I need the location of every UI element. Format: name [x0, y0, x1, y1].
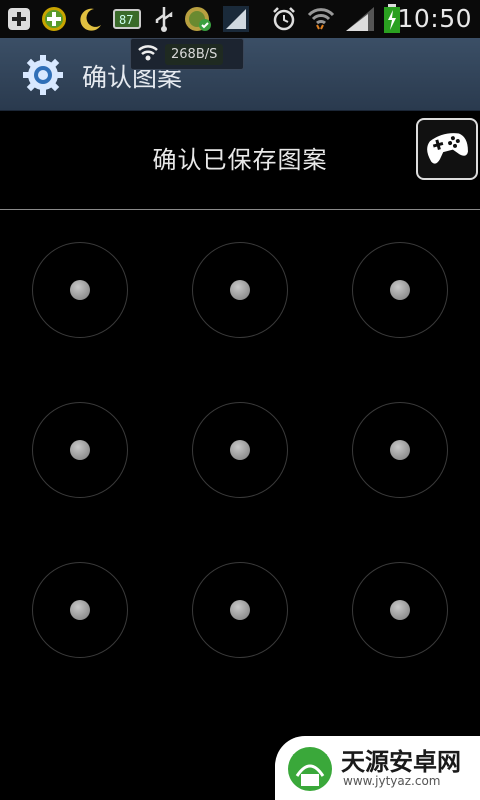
pattern-grid[interactable] — [0, 210, 480, 690]
cell-signal-icon — [344, 6, 376, 32]
pattern-dot — [230, 280, 250, 300]
pattern-dot — [70, 600, 90, 620]
watermark-brand: 天源安卓网 — [341, 748, 461, 776]
pattern-node[interactable] — [192, 402, 288, 498]
pattern-node[interactable] — [32, 562, 128, 658]
watermark-url: www.jytyaz.com — [343, 774, 441, 788]
pattern-dot — [230, 440, 250, 460]
wifi-icon — [306, 6, 336, 32]
pattern-dot — [390, 600, 410, 620]
wifi-mini-icon — [137, 42, 159, 66]
gamepad-icon — [424, 127, 470, 171]
pattern-node[interactable] — [192, 562, 288, 658]
pattern-dot — [70, 280, 90, 300]
signal-app-icon — [222, 6, 250, 32]
pattern-prompt: 确认已保存图案 — [152, 146, 328, 174]
status-bar: 87 10:50 — [0, 0, 480, 38]
network-speed-indicator: 268B/S — [130, 38, 244, 70]
network-speed-value: 268B/S — [165, 43, 224, 65]
pattern-node[interactable] — [352, 562, 448, 658]
game-mode-button[interactable] — [416, 118, 478, 180]
pattern-dot — [230, 600, 250, 620]
pattern-node[interactable] — [32, 242, 128, 338]
pattern-dot — [70, 440, 90, 460]
pattern-node[interactable] — [352, 402, 448, 498]
pattern-node[interactable] — [32, 402, 128, 498]
watermark: 天源安卓网 www.jytyaz.com — [275, 736, 480, 800]
alarm-icon — [270, 6, 298, 32]
plus-badge-icon — [40, 6, 68, 32]
add-icon — [6, 6, 32, 32]
watermark-logo — [285, 742, 335, 798]
pattern-dot — [390, 440, 410, 460]
battery-app-icon: 87 — [112, 6, 144, 32]
usb-icon — [152, 6, 176, 32]
svg-text:87: 87 — [119, 13, 133, 27]
pattern-node[interactable] — [352, 242, 448, 338]
pattern-node[interactable] — [192, 242, 288, 338]
moon-icon — [78, 6, 104, 32]
gear-icon[interactable] — [22, 54, 64, 96]
app-check-icon — [183, 6, 213, 32]
clock: 10:50 — [397, 4, 472, 33]
pattern-dot — [390, 280, 410, 300]
